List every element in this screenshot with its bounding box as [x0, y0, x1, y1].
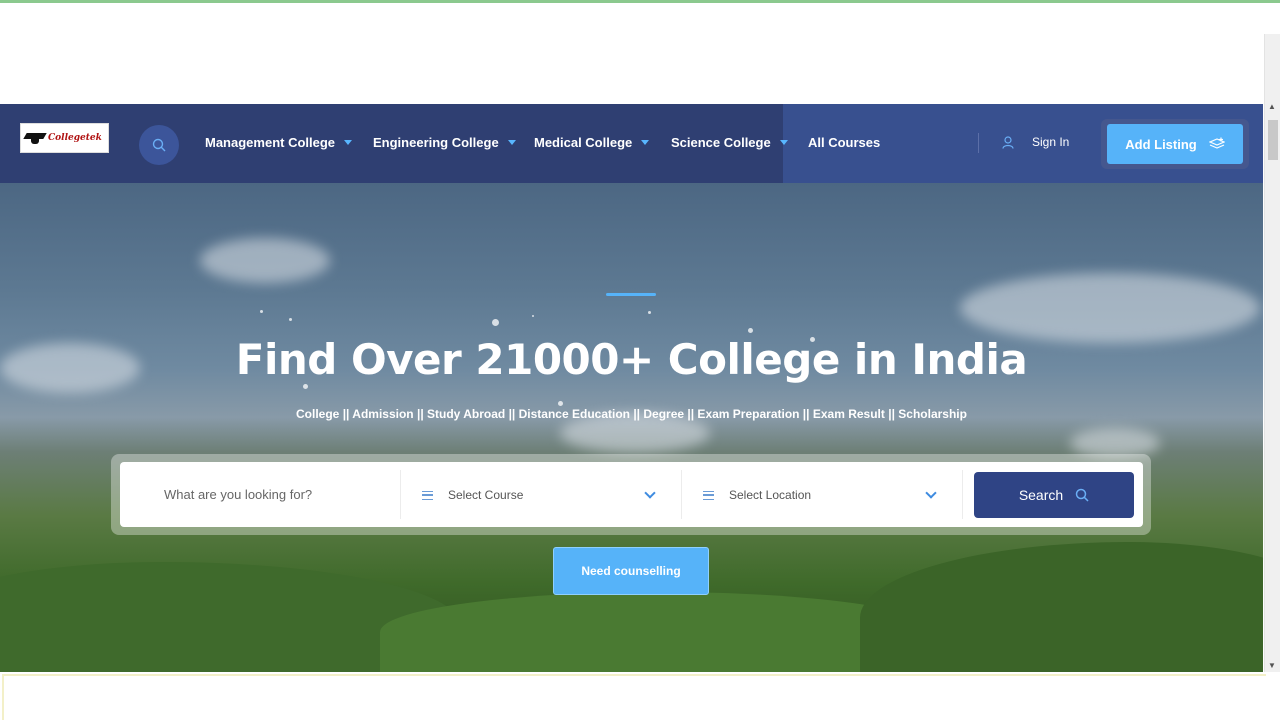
caret-down-icon: [507, 140, 516, 145]
particle-dot: [532, 315, 534, 317]
logo-text: Collegetek: [48, 133, 102, 143]
particle-dot: [289, 318, 292, 321]
particle-dot: [648, 311, 651, 314]
nav-item-label: Engineering College: [373, 135, 499, 150]
search-button-label: Search: [1018, 487, 1064, 503]
chevron-down-icon[interactable]: [925, 487, 937, 499]
hero-accent-bar: [606, 293, 656, 296]
add-listing-wrapper: Add Listing: [1101, 119, 1249, 169]
scroll-down-arrow-icon[interactable]: ▼: [1268, 661, 1276, 670]
nav-item-label: Science College: [671, 135, 771, 150]
search-button[interactable]: Search: [974, 472, 1134, 518]
nav-search-button[interactable]: [139, 125, 179, 165]
particle-dot: [492, 319, 499, 326]
keyword-search-input[interactable]: What are you looking for?: [164, 487, 312, 502]
nav-all-courses[interactable]: All Courses: [808, 135, 880, 150]
search-box: What are you looking for? Select Course …: [120, 462, 1143, 527]
particle-dot: [558, 401, 563, 406]
search-divider: [962, 470, 963, 519]
sign-in-label: Sign In: [1032, 135, 1070, 149]
search-icon: [1075, 488, 1089, 502]
search-divider: [400, 470, 401, 519]
location-select[interactable]: Select Location: [703, 488, 811, 502]
nav-medical-college[interactable]: Medical College: [534, 135, 650, 150]
user-icon: [1002, 135, 1014, 149]
ad-slot: [2, 3, 1264, 103]
nav-item-label: Management College: [205, 135, 336, 150]
caret-down-icon: [779, 140, 788, 145]
hero-subtitle: College || Admission || Study Abroad || …: [296, 407, 967, 421]
bottom-ad-slot: [2, 674, 1266, 720]
nav-divider: [978, 133, 979, 153]
course-select[interactable]: Select Course: [422, 488, 523, 502]
search-box-frame: What are you looking for? Select Course …: [111, 454, 1151, 535]
sign-in-link[interactable]: Sign In: [1002, 135, 1069, 149]
caret-down-icon: [344, 140, 353, 145]
layers-plus-icon: [1208, 137, 1225, 149]
graduation-cap-icon: [25, 131, 45, 145]
page-scrollbar[interactable]: ▲ ▼: [1264, 34, 1280, 672]
caret-down-icon: [641, 140, 650, 145]
main-navbar: Collegetek Management College Engineerin…: [0, 104, 1263, 183]
course-select-label: Select Course: [448, 488, 524, 502]
list-icon: [703, 490, 714, 500]
scroll-up-arrow-icon[interactable]: ▲: [1268, 102, 1276, 111]
particle-dot: [748, 328, 753, 333]
background-hill: [380, 592, 940, 672]
nav-item-label: Medical College: [534, 135, 633, 150]
background-hill: [860, 542, 1263, 672]
scroll-thumb[interactable]: [1268, 120, 1278, 160]
add-listing-button[interactable]: Add Listing: [1107, 124, 1243, 164]
particle-dot: [303, 384, 308, 389]
nav-science-college[interactable]: Science College: [671, 135, 788, 150]
background-cloud: [200, 238, 330, 283]
nav-engineering-college[interactable]: Engineering College: [373, 135, 516, 150]
location-select-label: Select Location: [729, 488, 812, 502]
add-listing-label: Add Listing: [1125, 136, 1197, 152]
nav-item-label: All Courses: [808, 135, 881, 150]
list-icon: [422, 490, 433, 500]
hero-section: Find Over 21000+ College in India Colleg…: [0, 183, 1263, 672]
particle-dot: [260, 310, 263, 313]
chevron-down-icon[interactable]: [644, 487, 656, 499]
site-logo[interactable]: Collegetek: [20, 123, 109, 153]
background-cloud: [960, 273, 1260, 343]
search-icon: [152, 138, 166, 152]
hero-title: Find Over 21000+ College in India: [235, 335, 1028, 384]
search-divider: [681, 470, 682, 519]
nav-management-college[interactable]: Management College: [205, 135, 353, 150]
need-counselling-button[interactable]: Need counselling: [553, 547, 709, 595]
